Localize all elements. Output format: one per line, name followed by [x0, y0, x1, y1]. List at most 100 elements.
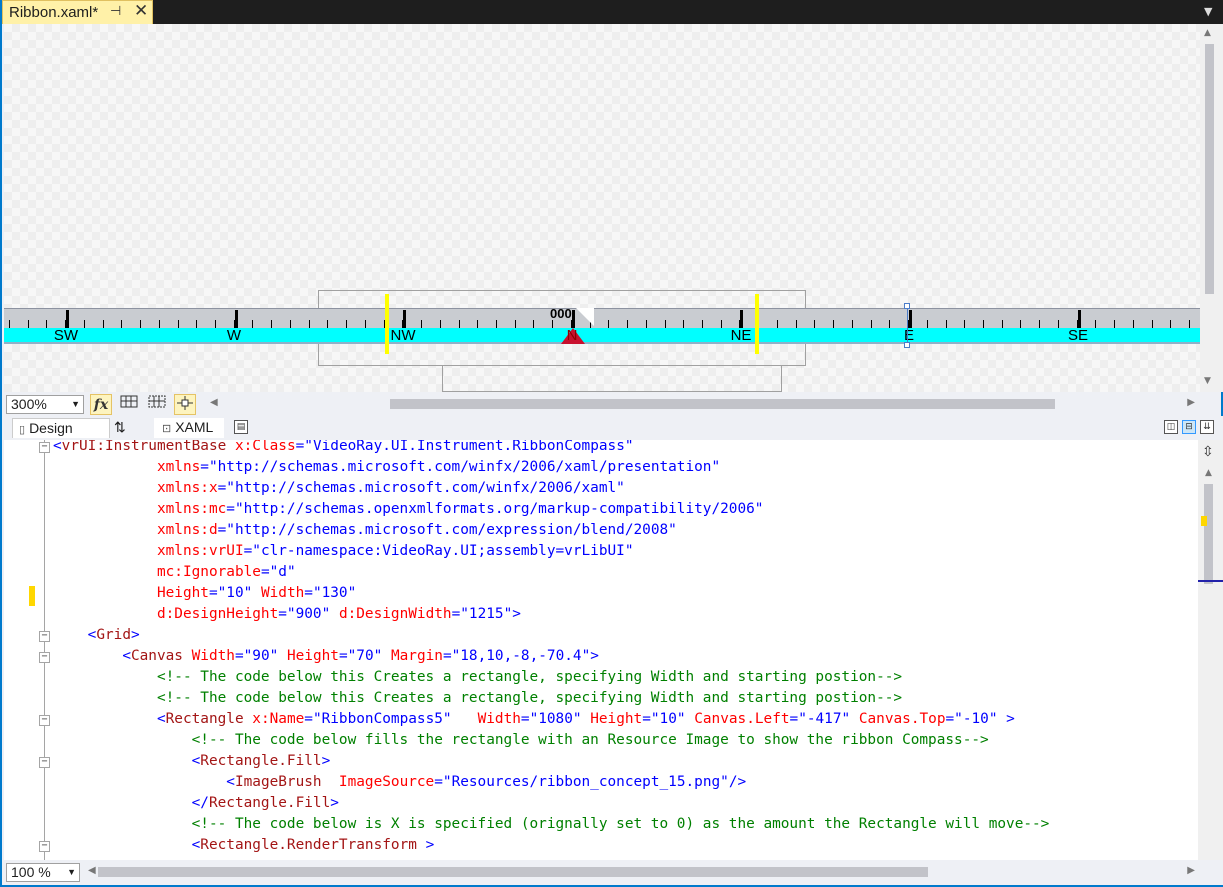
scroll-left-icon[interactable]: ◀ — [88, 865, 96, 876]
close-icon[interactable]: ✕ — [134, 1, 148, 21]
document-tab[interactable]: Ribbon.xaml* ⊣ ✕ — [2, 0, 153, 24]
code-line[interactable]: <Rectangle.Fill> — [53, 751, 331, 772]
code-token: " — [286, 564, 296, 580]
code-line[interactable]: xmlns:vrUI="clr-namespace:VideoRay.UI;as… — [53, 541, 634, 562]
design-vertical-scrollbar[interactable]: ▲ ▼ — [1200, 24, 1223, 392]
minor-tick — [215, 320, 216, 328]
code-token: =" — [451, 606, 469, 622]
minor-tick — [702, 320, 703, 328]
scroll-right-icon[interactable]: ▶ — [1187, 865, 1195, 876]
collapse-icon[interactable]: − — [39, 715, 50, 726]
scroll-right-icon[interactable]: ▶ — [1187, 397, 1195, 408]
minor-tick — [1095, 320, 1096, 328]
scroll-left-icon[interactable]: ◀ — [210, 397, 218, 408]
design-view-icon: ▯ — [19, 424, 26, 436]
code-line[interactable]: <Rectangle x:Name="RibbonCompass5" Width… — [53, 709, 1015, 730]
popup-xaml-icon[interactable]: ▤ — [234, 420, 248, 434]
code-line[interactable]: </Rectangle.Fill> — [53, 793, 339, 814]
minor-tick — [721, 320, 722, 328]
selection-guide — [907, 309, 908, 343]
code-token: 900 — [295, 606, 322, 622]
code-line[interactable]: <ImageBrush ImageSource="Resources/ribbo… — [53, 772, 746, 793]
scroll-up-icon[interactable]: ▲ — [1205, 468, 1212, 478]
code-token: Width — [191, 648, 235, 664]
right-guide-line[interactable] — [755, 294, 759, 354]
scroll-up-icon[interactable]: ▲ — [1204, 28, 1211, 38]
effects-toggle-button[interactable]: fx — [90, 394, 112, 415]
code-line[interactable]: <vrUI:InstrumentBase x:Class="VideoRay.U… — [53, 440, 634, 457]
collapse-icon[interactable]: − — [39, 757, 50, 768]
major-tick — [235, 310, 238, 328]
code-token: =" — [304, 711, 322, 727]
tab-xaml[interactable]: ⊡ XAML — [154, 418, 224, 438]
code-token: Margin — [390, 648, 443, 664]
code-line[interactable]: <!-- The code below is X is specified (o… — [53, 814, 1050, 835]
code-token: x:Class — [234, 440, 296, 454]
snap-to-grid-button[interactable] — [146, 394, 168, 415]
swap-panes-button[interactable]: ⇅ — [114, 418, 134, 438]
ribbon-compass[interactable]: 000 SW W NW N NE E SE — [4, 306, 1200, 346]
collapse-icon[interactable]: − — [39, 841, 50, 852]
tab-list-dropdown-icon[interactable]: ▼ — [1204, 5, 1212, 18]
show-grid-button[interactable] — [118, 394, 140, 415]
code-line[interactable]: <!-- The code below fills the rectangle … — [53, 730, 989, 751]
minor-tick — [46, 320, 47, 328]
code-line[interactable]: xmlns:mc="http://schemas.openxmlformats.… — [53, 499, 763, 520]
design-horizontal-scrollbar[interactable]: ◀ ▶ — [210, 397, 1195, 411]
horizontal-split-icon[interactable]: ⊟ — [1182, 420, 1196, 434]
document-tab-strip: Ribbon.xaml* ⊣ ✕ ▼ — [2, 0, 1223, 24]
change-map-marker — [1201, 516, 1207, 526]
code-token: " — [676, 711, 686, 727]
scroll-down-icon[interactable]: ▼ — [1204, 376, 1211, 386]
designer-zoom-select[interactable]: 300% ▼ — [6, 395, 84, 414]
code-line[interactable]: <!-- The code below this Creates a recta… — [53, 688, 902, 709]
editor-vertical-scrollbar[interactable]: ⇳ ▲ — [1198, 440, 1223, 860]
design-surface[interactable]: 000 SW W NW N NE E SE — [4, 24, 1200, 392]
code-token: xmlns:d — [156, 522, 218, 538]
snaplines-icon — [177, 396, 193, 410]
minor-tick — [178, 320, 179, 328]
code-line[interactable]: mc:Ignorable="d" — [53, 562, 296, 583]
code-line[interactable]: xmlns:d="http://schemas.microsoft.com/ex… — [53, 520, 677, 541]
designer-zoom-value: 300% — [11, 396, 47, 412]
code-line[interactable]: Height="10" Width="130" — [53, 583, 356, 604]
pin-icon[interactable]: ⊣ — [110, 3, 121, 19]
code-line[interactable]: xmlns="http://schemas.microsoft.com/winf… — [53, 457, 720, 478]
code-line[interactable]: <Grid> — [53, 625, 140, 646]
major-tick — [66, 310, 69, 328]
scroll-thumb[interactable] — [1205, 44, 1214, 294]
split-pane-icon[interactable]: ⇳ — [1202, 444, 1214, 460]
scroll-thumb[interactable] — [1204, 484, 1213, 584]
code-token: " — [668, 522, 677, 538]
collapse-icon[interactable]: − — [39, 442, 50, 453]
code-line[interactable]: <Canvas Width="90" Height="70" Margin="1… — [53, 646, 599, 667]
collapse-icon[interactable]: − — [39, 652, 50, 663]
code-token: " — [711, 459, 721, 475]
tab-design[interactable]: ▯ Design — [12, 418, 110, 438]
tab-design-label: Design — [29, 420, 73, 436]
editor-horizontal-scrollbar[interactable]: ◀ ▶ — [88, 865, 1195, 879]
code-line[interactable]: d:DesignHeight="900" d:DesignWidth="1215… — [53, 604, 521, 625]
code-line[interactable]: <!-- The code below this Creates a recta… — [53, 667, 902, 688]
grid-icon — [120, 395, 138, 408]
xaml-code-editor[interactable]: − − − − − − <vrUI:InstrumentBase x:Class… — [4, 440, 1198, 860]
collapse-pane-icon[interactable]: ⇊ — [1200, 420, 1214, 434]
vertical-split-icon[interactable]: ◫ — [1164, 420, 1178, 434]
code-line[interactable]: xmlns:x="http://schemas.microsoft.com/wi… — [53, 478, 625, 499]
code-token: 70 — [356, 648, 374, 664]
scroll-thumb[interactable] — [390, 399, 1055, 409]
snap-to-snaplines-button[interactable] — [174, 394, 196, 415]
scroll-thumb[interactable] — [98, 867, 928, 877]
collapse-icon[interactable]: − — [39, 631, 50, 642]
code-line[interactable]: <Rectangle.RenderTransform > — [53, 835, 435, 856]
left-guide-line[interactable] — [385, 294, 389, 354]
editor-zoom-select[interactable]: 100 % ▼ — [6, 863, 80, 882]
